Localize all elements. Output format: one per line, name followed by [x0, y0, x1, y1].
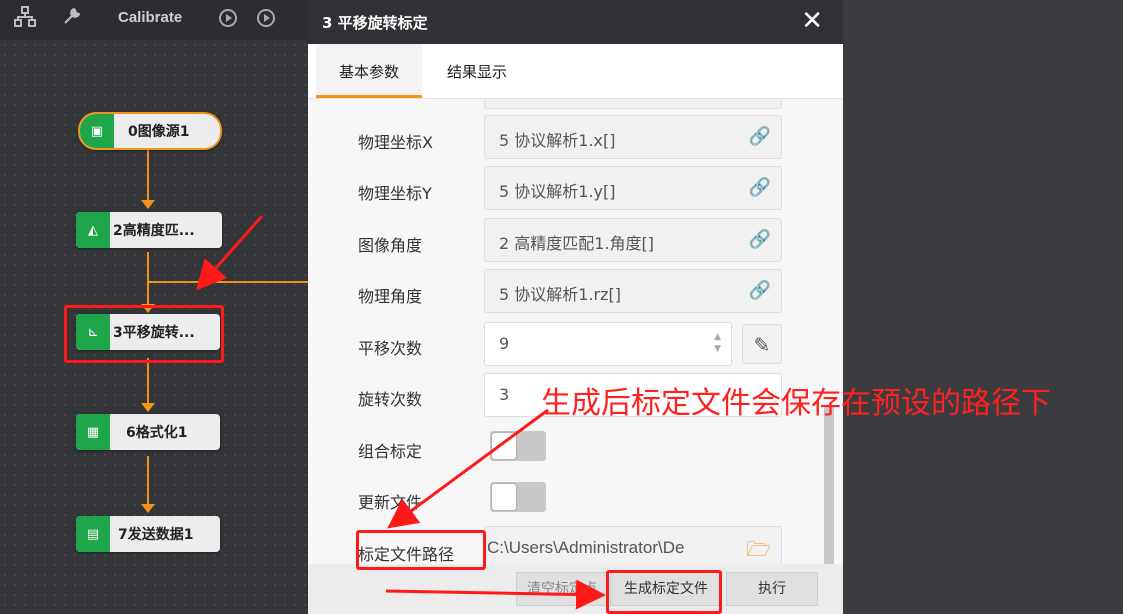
- annotation-arrows: [196, 215, 606, 610]
- annotation-text: 生成后标定文件会保存在预设的路径下: [541, 386, 1051, 421]
